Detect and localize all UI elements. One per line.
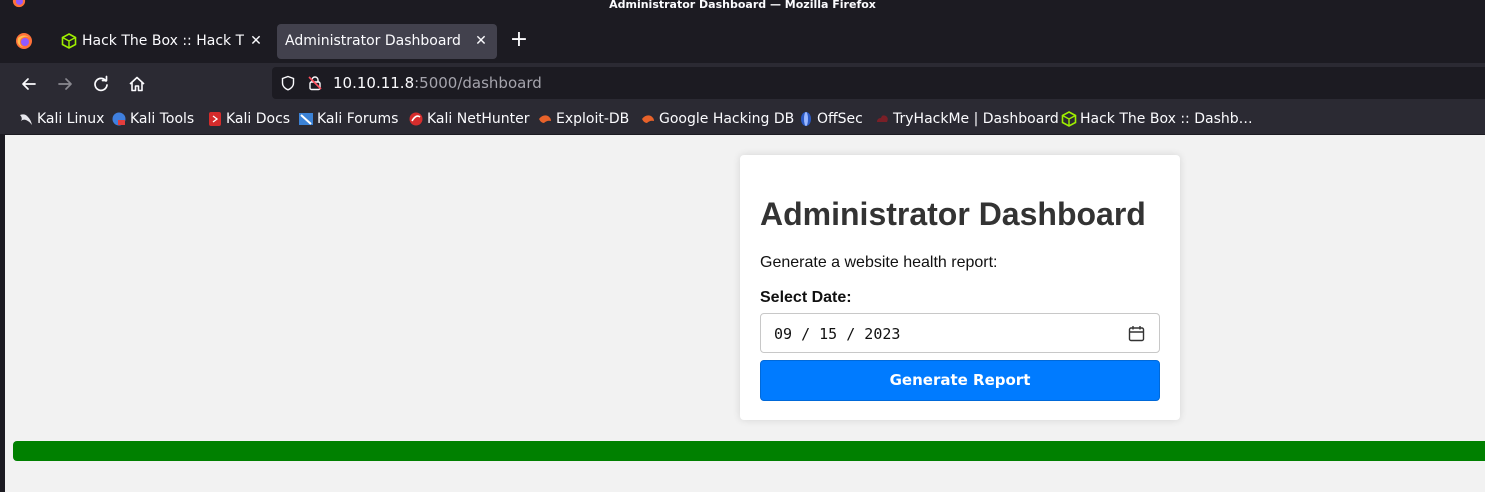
close-tab-icon[interactable]: ✕: [473, 33, 489, 49]
date-value: 09 / 15 / 2023: [774, 325, 901, 343]
forward-arrow-icon[interactable]: [54, 73, 76, 95]
dashboard-card: Administrator Dashboard Generate a websi…: [740, 155, 1180, 420]
tab-label: Administrator Dashboard: [285, 33, 461, 49]
url-host: 10.10.11.8: [333, 74, 415, 92]
tab-strip: Hack The Box :: Hack The Box ✕ Administr…: [0, 19, 1485, 63]
offsec-icon: [801, 112, 811, 126]
url-path: :5000/dashboard: [414, 74, 542, 92]
window-titlebar: Administrator Dashboard — Mozilla Firefo…: [0, 0, 1485, 19]
date-label: Select Date:: [760, 289, 852, 306]
bookmark-label: Kali NetHunter: [427, 111, 530, 127]
kali-tools-icon: [112, 112, 126, 126]
window-left-edge: [0, 135, 5, 492]
bookmark-label: Kali Forums: [317, 111, 399, 127]
home-icon[interactable]: [126, 73, 148, 95]
report-description: Generate a website health report:: [760, 254, 998, 271]
tryhackme-icon: [877, 115, 888, 122]
date-input[interactable]: 09 / 15 / 2023: [760, 313, 1160, 353]
url-text[interactable]: 10.10.11.8:5000/dashboard: [333, 74, 542, 92]
page-content: Administrator Dashboard Generate a websi…: [0, 135, 1485, 492]
url-bar[interactable]: 10.10.11.8:5000/dashboard: [272, 67, 1485, 99]
tab-hack-the-box[interactable]: Hack The Box :: Hack The Box ✕: [47, 24, 270, 59]
ghdb-icon: [642, 115, 654, 123]
htb-cube-icon: [61, 33, 77, 49]
window-title: Administrator Dashboard — Mozilla Firefo…: [609, 0, 876, 11]
back-arrow-icon[interactable]: [18, 73, 40, 95]
htb-cube-icon: [1061, 111, 1077, 127]
kali-forums-icon: [299, 113, 313, 125]
progress-fill: [13, 441, 1485, 461]
exploit-db-icon: [539, 115, 551, 123]
bookmark-label: OffSec: [817, 111, 863, 127]
kali-nethunter-icon: [409, 112, 423, 126]
kali-docs-icon: [209, 112, 221, 126]
page-title: Administrator Dashboard: [760, 196, 1146, 232]
reload-icon[interactable]: [90, 73, 112, 95]
kali-dragon-icon: [20, 114, 32, 125]
calendar-icon[interactable]: [1128, 325, 1145, 342]
close-tab-icon[interactable]: ✕: [248, 33, 264, 49]
progress-bar: [13, 441, 1485, 461]
firefox-view-icon[interactable]: [14, 31, 34, 51]
bookmark-label: Exploit-DB: [556, 111, 630, 127]
tab-label: Hack The Box :: Hack The Box: [82, 33, 244, 49]
bookmark-label: Kali Tools: [130, 111, 195, 127]
new-tab-icon[interactable]: +: [509, 29, 529, 53]
generate-report-button[interactable]: Generate Report: [760, 360, 1160, 401]
insecure-lock-icon[interactable]: [307, 75, 323, 91]
tracking-protection-shield-icon[interactable]: [280, 75, 296, 91]
tab-administrator-dashboard[interactable]: Administrator Dashboard ✕: [277, 24, 497, 59]
bookmark-label: TryHackMe | Dashboard: [893, 111, 1059, 127]
bookmark-label: Kali Docs: [226, 111, 291, 127]
bookmark-label: Google Hacking DB: [659, 111, 795, 127]
bookmarks-toolbar: Kali Linux Kali Tools Kali Docs Kali For…: [0, 104, 1485, 135]
bookmark-label: Kali Linux: [37, 111, 105, 127]
nav-bar: 10.10.11.8:5000/dashboard: [0, 63, 1485, 104]
bookmark-label: Hack The Box :: Dashb…: [1080, 111, 1253, 127]
